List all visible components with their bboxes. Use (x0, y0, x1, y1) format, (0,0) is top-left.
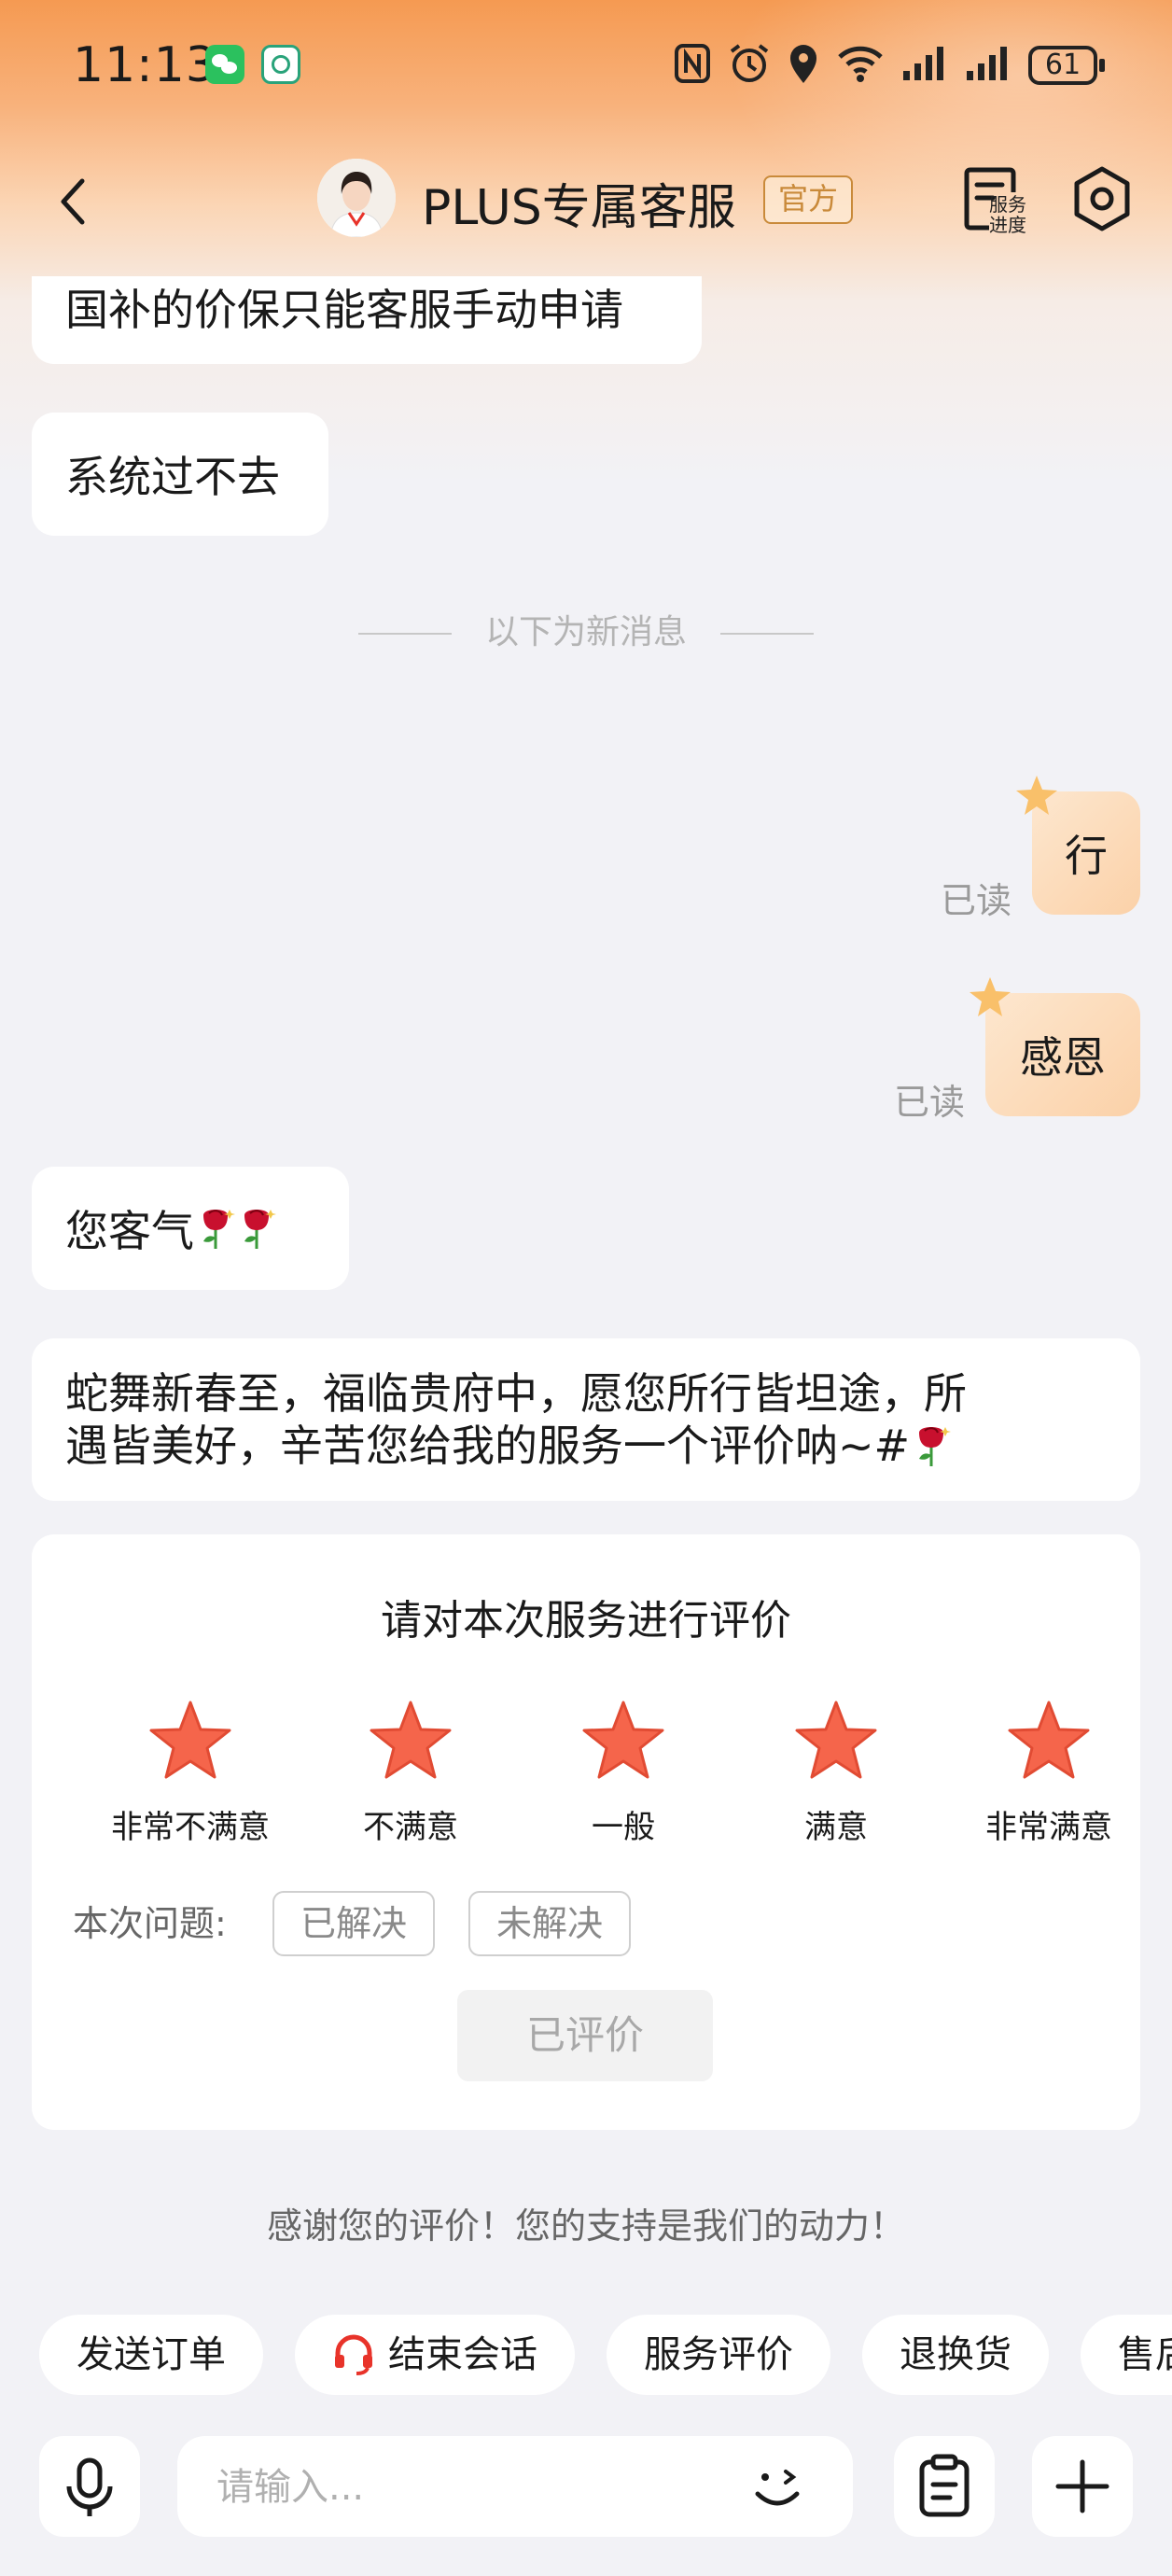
agent-portrait-icon (317, 159, 396, 237)
quick-action-label: 退换货 (900, 2333, 1012, 2376)
rating-option-label: 不满意 (363, 1809, 458, 1846)
chevron-left-icon (61, 178, 85, 225)
wechat-icon (205, 45, 244, 84)
wifi-icon (836, 44, 885, 87)
send-order-button[interactable]: 发送订单 (39, 2315, 263, 2395)
rating-option-label: 满意 (804, 1809, 868, 1846)
agent-message: 国补的价保只能客服手动申请 (32, 276, 702, 364)
settings-hexagon-icon (1074, 166, 1130, 231)
nfc-icon (674, 43, 711, 88)
service-progress-label: 服务进度 (989, 193, 1026, 236)
alarm-icon (728, 42, 771, 89)
status-time: 11:13 (73, 37, 217, 93)
rating-option-very-satisfied[interactable]: 非常满意 (946, 1699, 1151, 1847)
rating-option-very-dissatisfied[interactable]: 非常不满意 (88, 1699, 293, 1847)
thanks-message: 感谢您的评价！您的支持是我们的动力！ (266, 2205, 905, 2247)
agent-message: 蛇舞新春至，福临贵府中，愿您所行皆坦途，所 遇皆美好，辛苦您给我的服务一个评价呐… (32, 1338, 1140, 1501)
official-badge: 官方 (763, 175, 854, 224)
read-status: 已读 (894, 1082, 966, 1123)
message-text: 遇皆美好，辛苦您给我的服务一个评价呐~# (65, 1421, 911, 1471)
quick-action-label: 结束会话 (388, 2333, 537, 2376)
chat-header: PLUS专属客服 官方 服务进度 (0, 140, 1172, 261)
rating-option-label: 非常不满意 (111, 1809, 270, 1846)
signal-icon (965, 45, 1012, 86)
rating-option-satisfied[interactable]: 满意 (733, 1699, 939, 1847)
rose-emoji-icon (919, 1427, 952, 1466)
rating-option-dissatisfied[interactable]: 不满意 (308, 1699, 513, 1847)
quick-action-label: 售后 (1118, 2333, 1172, 2376)
agent-message: 系统过不去 (32, 413, 328, 536)
after-sales-button[interactable]: 售后 (1081, 2315, 1172, 2395)
message-text: 您客气 (65, 1206, 194, 1256)
rating-option-label: 一般 (592, 1809, 655, 1846)
issue-label: 本次问题: (73, 1903, 227, 1944)
message-input-container (177, 2436, 853, 2537)
message-input[interactable] (215, 2457, 704, 2518)
read-status: 已读 (941, 880, 1012, 921)
new-messages-divider: 以下为新消息 (0, 605, 1172, 653)
message-text: 感恩 (1020, 1032, 1106, 1083)
resolved-chip[interactable]: 已解决 (272, 1891, 436, 1956)
signal-icon (901, 45, 948, 86)
message-text: 蛇舞新春至，福临贵府中，愿您所行皆坦途，所 (65, 1368, 967, 1419)
rated-button[interactable]: 已评价 (457, 1990, 713, 2081)
microphone-icon (66, 2457, 113, 2516)
divider-label: 以下为新消息 (484, 613, 687, 651)
message-text: 国补的价保只能客服手动申请 (65, 285, 623, 335)
voice-button[interactable] (39, 2436, 140, 2537)
battery-indicator: 61 (1028, 46, 1105, 85)
star-icon (795, 1701, 877, 1779)
clipboard-button[interactable] (894, 2436, 995, 2537)
rating-card: 请对本次服务进行评价 非常不满意 不满意 一般 满意 非常满意 本次问题: 已解… (32, 1534, 1140, 2130)
rose-emoji-icon (244, 1210, 276, 1249)
status-bar: 11:13 61 (0, 0, 1172, 131)
star-icon (1008, 1701, 1090, 1779)
agent-avatar[interactable] (317, 159, 396, 237)
end-session-button[interactable]: 结束会话 (295, 2315, 575, 2395)
rose-emoji-icon (203, 1210, 235, 1249)
sparkle-star-icon (970, 977, 1011, 1016)
star-icon (582, 1701, 664, 1779)
quick-actions-bar: 发送订单 结束会话 服务评价 退换货 售后 (39, 2315, 1172, 2395)
rating-title: 请对本次服务进行评价 (381, 1597, 791, 1645)
unresolved-chip[interactable]: 未解决 (468, 1891, 632, 1956)
location-icon (788, 42, 819, 89)
rate-service-button[interactable]: 服务评价 (607, 2315, 830, 2395)
agent-message: 您客气 (32, 1167, 349, 1290)
settings-button[interactable] (1071, 164, 1133, 233)
star-icon (149, 1701, 231, 1779)
star-icon (370, 1701, 452, 1779)
quick-action-label: 服务评价 (644, 2333, 793, 2376)
rating-option-label: 非常满意 (985, 1809, 1112, 1846)
message-text: 行 (1065, 831, 1108, 881)
message-text: 系统过不去 (65, 452, 280, 502)
headset-icon (335, 2334, 372, 2375)
plus-icon (1055, 2459, 1109, 2513)
more-button[interactable] (1032, 2436, 1133, 2537)
sparkle-star-icon (1016, 776, 1057, 815)
clipboard-icon (919, 2454, 970, 2517)
return-exchange-button[interactable]: 退换货 (862, 2315, 1049, 2395)
wink-emoji-icon[interactable] (745, 2455, 810, 2520)
input-bar (0, 2427, 1172, 2576)
rating-option-neutral[interactable]: 一般 (521, 1699, 726, 1847)
chat-title: PLUS专属客服 (422, 180, 736, 236)
quick-action-label: 发送订单 (77, 2333, 226, 2376)
app-notification-icon (261, 45, 300, 84)
back-button[interactable] (49, 175, 101, 228)
